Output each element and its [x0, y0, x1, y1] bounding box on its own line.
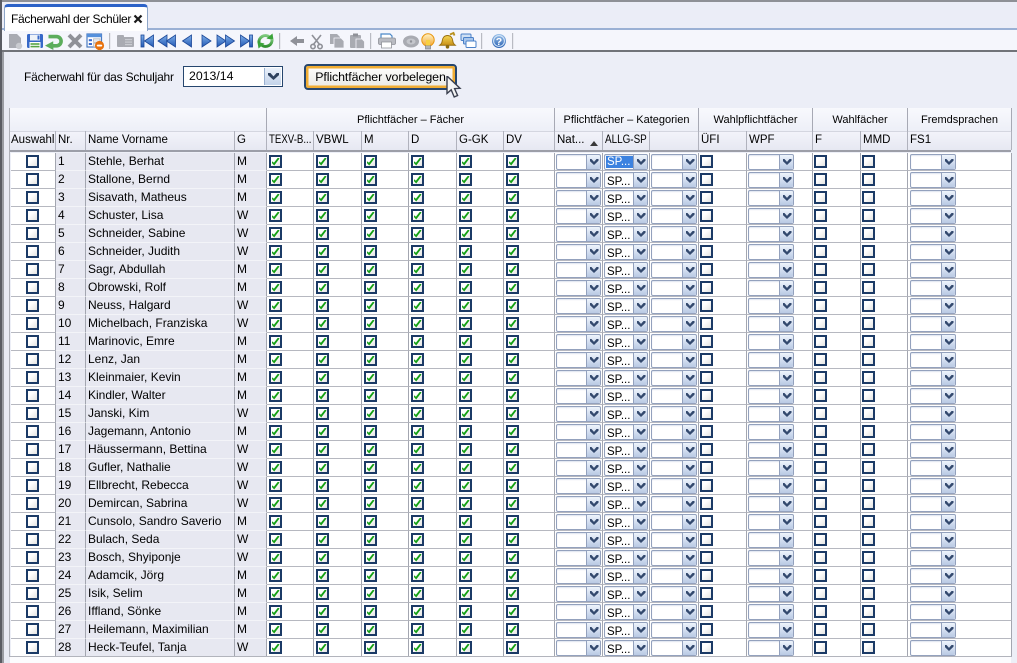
svg-text:?: ?	[496, 36, 502, 48]
